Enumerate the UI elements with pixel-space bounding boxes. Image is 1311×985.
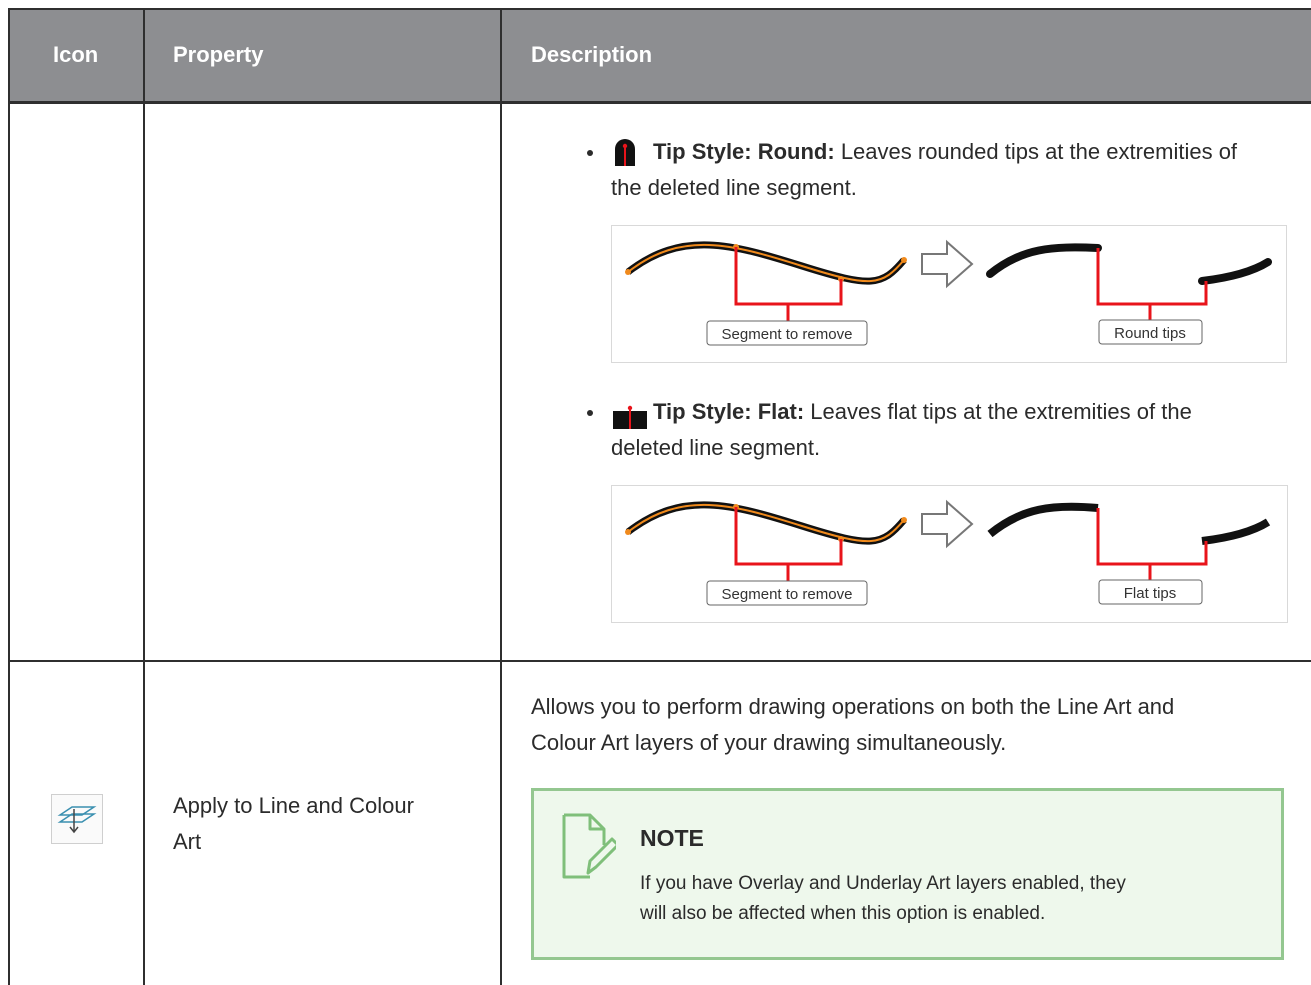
row-divider <box>8 660 1311 662</box>
round-fig-right-label: Round tips <box>1114 325 1186 342</box>
description-line2: Colour Art layers of your drawing simult… <box>531 730 1007 755</box>
table-border-top <box>8 8 1311 10</box>
flat-fig-right-label: Flat tips <box>1124 585 1177 602</box>
tip-flat-text: Leaves flat tips at the extremities of t… <box>804 399 1192 424</box>
note-text-line2: will also be affected when this option i… <box>640 903 1046 924</box>
flat-tips-figure: Segment to remove Flat tips <box>611 485 1288 623</box>
tip-round-label: Tip Style: Round: <box>653 139 835 164</box>
tip-flat-line1: Tip Style: Flat: Leaves flat tips at the… <box>653 394 1192 430</box>
flat-tips-diagram: Segment to remove Flat tips <box>625 499 1271 606</box>
tip-round-text: Leaves rounded tips at the extremities o… <box>834 139 1238 164</box>
property-line1: Apply to Line and Colour <box>173 793 414 818</box>
note-pencil-icon <box>562 813 616 879</box>
tip-round-line1: Tip Style: Round: Leaves rounded tips at… <box>653 134 1237 170</box>
note-text-line1: If you have Overlay and Underlay Art lay… <box>640 873 1126 894</box>
description-line1: Allows you to perform drawing operations… <box>531 694 1175 719</box>
round-tip-icon <box>615 139 635 166</box>
tip-flat-label: Tip Style: Flat: <box>653 399 805 424</box>
tip-round-line2: the deleted line segment. <box>611 175 857 200</box>
apply-to-line-and-colour-art-button[interactable] <box>51 794 103 844</box>
flat-fig-left-label: Segment to remove <box>722 586 853 603</box>
round-tips-diagram: Segment to remove Round tips <box>625 239 1272 346</box>
flat-tip-icon <box>613 405 647 429</box>
tip-flat-line2: deleted line segment. <box>611 435 821 460</box>
header-property: Property <box>173 42 264 67</box>
table-header-divider <box>8 101 1311 104</box>
note-box: NOTE If you have Overlay and Underlay Ar… <box>531 788 1284 960</box>
table-border-left <box>8 8 10 985</box>
column-divider-1 <box>143 8 145 985</box>
header-icon: Icon <box>53 42 99 67</box>
round-fig-left-label: Segment to remove <box>722 326 853 343</box>
bullet-dot <box>587 150 593 156</box>
note-title: NOTE <box>640 825 704 851</box>
bullet-dot <box>587 410 593 416</box>
apply-to-line-and-colour-art-icon <box>57 806 97 834</box>
note-text: If you have Overlay and Underlay Art lay… <box>640 869 1240 929</box>
property-line2: Art <box>173 829 202 854</box>
header-description: Description <box>531 42 653 67</box>
column-divider-2 <box>500 8 502 985</box>
round-tips-figure: Segment to remove Round tips <box>611 225 1287 363</box>
